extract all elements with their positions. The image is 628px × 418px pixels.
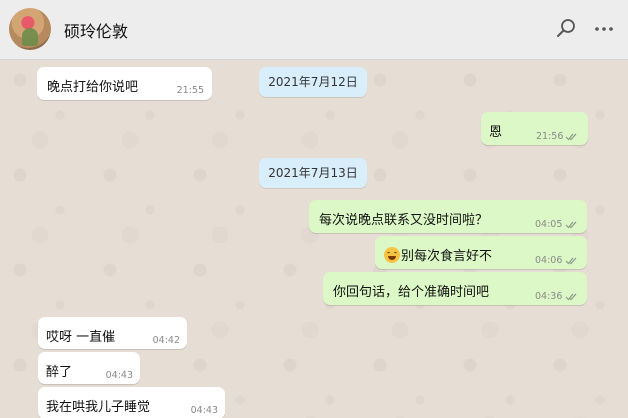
double-check-icon — [565, 221, 577, 229]
message-time: 04:05 — [535, 219, 563, 230]
double-check-icon — [565, 133, 577, 141]
message-text: 晚点打给你说吧 — [47, 80, 139, 95]
message-text: 哎呀 一直催 — [46, 330, 116, 345]
message-text: 你回句话，给个准确时间吧 — [333, 285, 490, 300]
message-incoming[interactable]: 醉了 04:43 — [38, 352, 140, 384]
message-outgoing[interactable]: 别每次食言好不 04:06 — [375, 236, 587, 269]
message-time: 04:36 — [535, 291, 563, 302]
message-outgoing[interactable]: 恩 21:56 — [481, 112, 588, 145]
contact-name[interactable]: 硕玲伦敦 — [64, 18, 128, 42]
message-incoming[interactable]: 晚点打给你说吧 21:55 — [37, 67, 212, 100]
date-divider: 2021年7月13日 — [259, 158, 367, 188]
message-text: 别每次食言好不 — [401, 249, 493, 264]
more-icon — [595, 27, 613, 31]
date-divider: 2021年7月12日 — [259, 67, 367, 97]
search-icon — [557, 19, 575, 37]
double-check-icon — [565, 257, 577, 265]
search-button[interactable] — [554, 16, 580, 42]
message-outgoing[interactable]: 每次说晚点联系又没时间啦？ 04:05 — [309, 200, 587, 233]
message-time: 04:43 — [190, 405, 218, 416]
chat-window: 硕玲伦敦 晚点打给你说吧 21:55 2021年7月12日 恩 21:56 20… — [0, 0, 628, 418]
message-text: 醉了 — [46, 365, 73, 380]
message-outgoing[interactable]: 你回句话，给个准确时间吧 04:36 — [323, 272, 587, 305]
chat-header: 硕玲伦敦 — [0, 0, 628, 60]
message-incoming[interactable]: 哎呀 一直催 04:42 — [38, 317, 187, 349]
double-check-icon — [565, 293, 577, 301]
laughing-face-icon — [384, 247, 400, 263]
message-time: 04:06 — [535, 255, 563, 266]
message-text: 我在哄我儿子睡觉 — [46, 400, 151, 415]
message-text: 每次说晚点联系又没时间啦？ — [319, 213, 489, 228]
message-time: 04:43 — [105, 370, 133, 381]
avatar[interactable] — [9, 8, 51, 50]
message-list[interactable]: 晚点打给你说吧 21:55 2021年7月12日 恩 21:56 2021年7月… — [0, 60, 628, 418]
message-time: 21:56 — [536, 131, 564, 142]
message-time: 21:55 — [176, 85, 204, 96]
more-menu-button[interactable] — [592, 16, 618, 42]
message-time: 04:42 — [152, 335, 180, 346]
message-text: 恩 — [489, 125, 503, 140]
message-incoming[interactable]: 我在哄我儿子睡觉 04:43 — [38, 387, 225, 418]
